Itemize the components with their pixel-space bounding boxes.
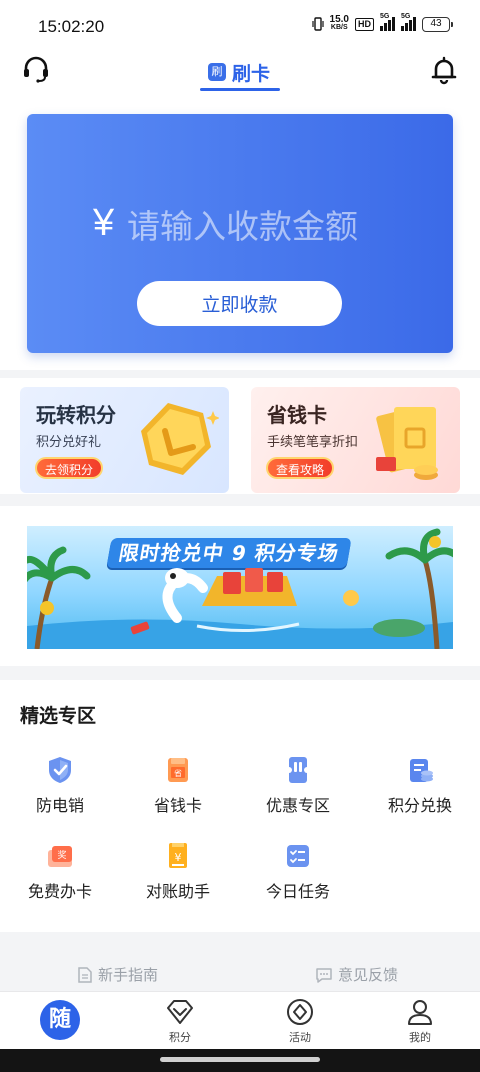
battery-icon: 43 [422, 16, 453, 32]
status-bar: 15:02:20 15.0 KB/S HD 5G 5G 43 [0, 0, 480, 48]
nav-profile[interactable]: 我的 [360, 992, 480, 1050]
footer-link-label: 新手指南 [98, 966, 159, 984]
task-list-icon [287, 845, 309, 867]
footer-links: 新手指南 意见反馈 [0, 952, 480, 992]
nav-label: 活动 [289, 1031, 311, 1044]
feedback-icon [316, 967, 332, 983]
activity-icon [287, 999, 313, 1025]
currency-symbol: ¥ [93, 202, 115, 244]
coupon-icon [286, 757, 310, 783]
promo-points-card[interactable]: 玩转积分 积分兑好礼 去领积分 [20, 387, 229, 493]
tab-swipe-card[interactable]: 刷 刷卡 [198, 52, 280, 92]
nav-points[interactable]: 积分 [120, 992, 240, 1050]
feature-bill-assistant[interactable]: ¥ 对账助手 [118, 840, 238, 920]
signal-1-label: 5G [380, 13, 390, 20]
nav-label: 积分 [169, 1031, 191, 1044]
signal-2-icon: 5G [401, 13, 416, 31]
home-indicator[interactable] [160, 1057, 320, 1062]
feature-label: 对账助手 [145, 882, 210, 901]
promo-banner[interactable]: 限时抢兑中 9 积分专场 [27, 526, 453, 649]
feature-label: 今日任务 [265, 882, 330, 901]
bill-icon: ¥ [169, 843, 187, 868]
status-icons: 15.0 KB/S HD 5G 5G 43 [311, 13, 453, 32]
pay-card: ¥ 立即收款 [27, 114, 453, 353]
saving-card-icon: 省 [168, 758, 188, 782]
feature-label: 免费办卡 [27, 882, 92, 901]
net-speed-value: 15.0 [329, 14, 349, 25]
promo-title: 玩转积分 [36, 403, 116, 427]
tab-underline [200, 88, 280, 91]
tab-label: 刷卡 [231, 62, 270, 85]
featured-section: 精选专区 防电销 省 省钱卡 优惠专区 积分兑换 奖 免费办卡 ¥ 对账助手 今… [0, 680, 480, 932]
feature-points-exchange[interactable]: 积分兑换 [360, 754, 480, 834]
feature-daily-tasks[interactable]: 今日任务 [238, 840, 358, 920]
shield-check-icon [49, 757, 71, 783]
points-exchange-icon [410, 759, 433, 782]
nav-label: 我的 [409, 1031, 431, 1044]
system-gesture-bar [0, 1049, 480, 1072]
net-speed-unit: KB/S [330, 24, 348, 31]
feature-free-card[interactable]: 奖 免费办卡 [0, 840, 120, 920]
collect-now-button[interactable]: 立即收款 [137, 281, 342, 326]
diamond-icon [167, 1000, 193, 1024]
promo-section: 玩转积分 积分兑好礼 去领积分 省钱卡 手续笔笔享折扣 查看攻略 [0, 378, 480, 494]
headset-icon[interactable] [20, 54, 52, 86]
banner-section: 限时抢兑中 9 积分专场 [0, 506, 480, 666]
promo-saving-card[interactable]: 省钱卡 手续笔笔享折扣 查看攻略 [251, 387, 460, 493]
feedback-link[interactable]: 意见反馈 [316, 964, 398, 985]
signal-2-label: 5G [401, 13, 411, 20]
status-time: 15:02:20 [38, 17, 105, 36]
feature-saving-card[interactable]: 省 省钱卡 [118, 754, 238, 834]
nav-activity[interactable]: 活动 [240, 992, 360, 1050]
feature-anti-telemarketing[interactable]: 防电销 [0, 754, 120, 834]
feature-label: 防电销 [35, 796, 84, 815]
gold-coin-icon [141, 403, 219, 475]
app-header: 刷 刷卡 [0, 48, 480, 98]
tab-badge: 刷 [207, 63, 226, 81]
bell-icon[interactable] [428, 54, 460, 86]
vibrate-icon [311, 17, 324, 31]
hd-badge: HD [355, 17, 374, 31]
promo-subtitle: 手续笔笔享折扣 [267, 435, 359, 450]
bottom-nav: 随 积分 活动 我的 [0, 991, 480, 1049]
signal-1-icon: 5G [380, 13, 395, 31]
newbie-guide-link[interactable]: 新手指南 [78, 964, 158, 985]
saving-card-art-icon [376, 407, 438, 480]
promo-subtitle: 积分兑好礼 [36, 435, 102, 450]
amount-input[interactable] [127, 204, 427, 248]
feature-label: 省钱卡 [153, 796, 202, 815]
home-logo-icon: 随 [40, 1000, 80, 1040]
footer-link-label: 意见反馈 [338, 966, 399, 984]
view-guide-button[interactable]: 查看攻略 [266, 457, 335, 479]
svg-text:省: 省 [174, 768, 182, 778]
profile-icon [408, 1000, 432, 1025]
nav-home[interactable]: 随 [0, 992, 120, 1050]
featured-title: 精选专区 [20, 705, 97, 727]
feature-label: 积分兑换 [387, 796, 452, 815]
svg-text:¥: ¥ [175, 851, 182, 864]
svg-text:奖: 奖 [57, 849, 66, 861]
network-speed: 15.0 KB/S [329, 14, 349, 32]
feature-discount-zone[interactable]: 优惠专区 [238, 754, 358, 834]
free-card-icon: 奖 [48, 846, 72, 867]
promo-title: 省钱卡 [267, 403, 327, 427]
document-icon [78, 966, 92, 983]
get-points-button[interactable]: 去领积分 [35, 457, 104, 479]
feature-label: 优惠专区 [265, 796, 330, 815]
pay-section: ¥ 立即收款 [0, 98, 480, 370]
banner-illustration [27, 528, 453, 649]
